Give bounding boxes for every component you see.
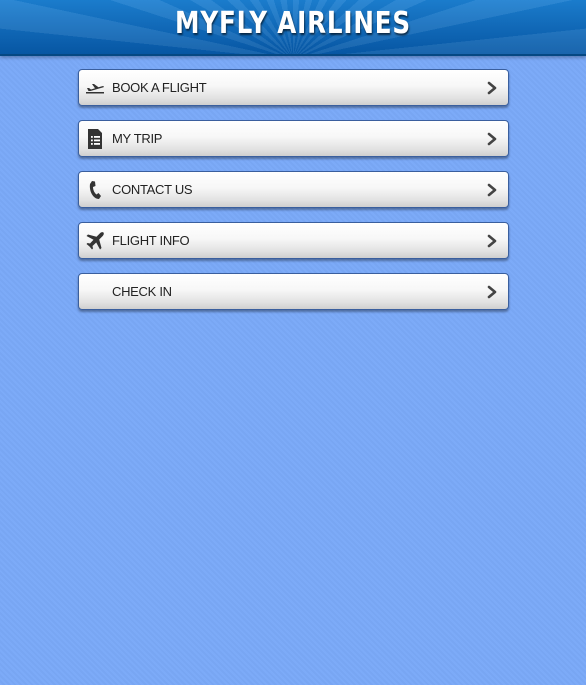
chevron-right-icon — [486, 81, 498, 95]
menu-item-label: MY TRIP — [112, 131, 163, 146]
chevron-right-icon — [486, 234, 498, 248]
chevron-right-icon — [486, 132, 498, 146]
menu-item-my-trip[interactable]: MY TRIP — [78, 120, 509, 157]
chevron-right-icon — [486, 183, 498, 197]
menu-item-label: CONTACT US — [112, 182, 193, 197]
menu-item-label: FLIGHT INFO — [112, 233, 190, 248]
app-title: MYFLY AIRLINES — [175, 6, 411, 41]
menu-item-contact-us[interactable]: CONTACT US — [78, 171, 509, 208]
airplane-icon — [85, 230, 105, 252]
plane-takeoff-icon — [85, 77, 105, 99]
menu-item-check-in[interactable]: CHECK IN — [78, 273, 509, 310]
app-header: MYFLY AIRLINES — [0, 0, 586, 56]
menu-item-flight-info[interactable]: FLIGHT INFO — [78, 222, 509, 259]
menu-item-label: CHECK IN — [112, 284, 172, 299]
document-list-icon — [85, 128, 105, 150]
main-menu: BOOK A FLIGHT MY TRIP CONTACT US FLIGHT … — [78, 69, 509, 324]
chevron-right-icon — [486, 285, 498, 299]
menu-item-label: BOOK A FLIGHT — [112, 80, 207, 95]
menu-item-book-a-flight[interactable]: BOOK A FLIGHT — [78, 69, 509, 106]
phone-icon — [85, 179, 105, 201]
